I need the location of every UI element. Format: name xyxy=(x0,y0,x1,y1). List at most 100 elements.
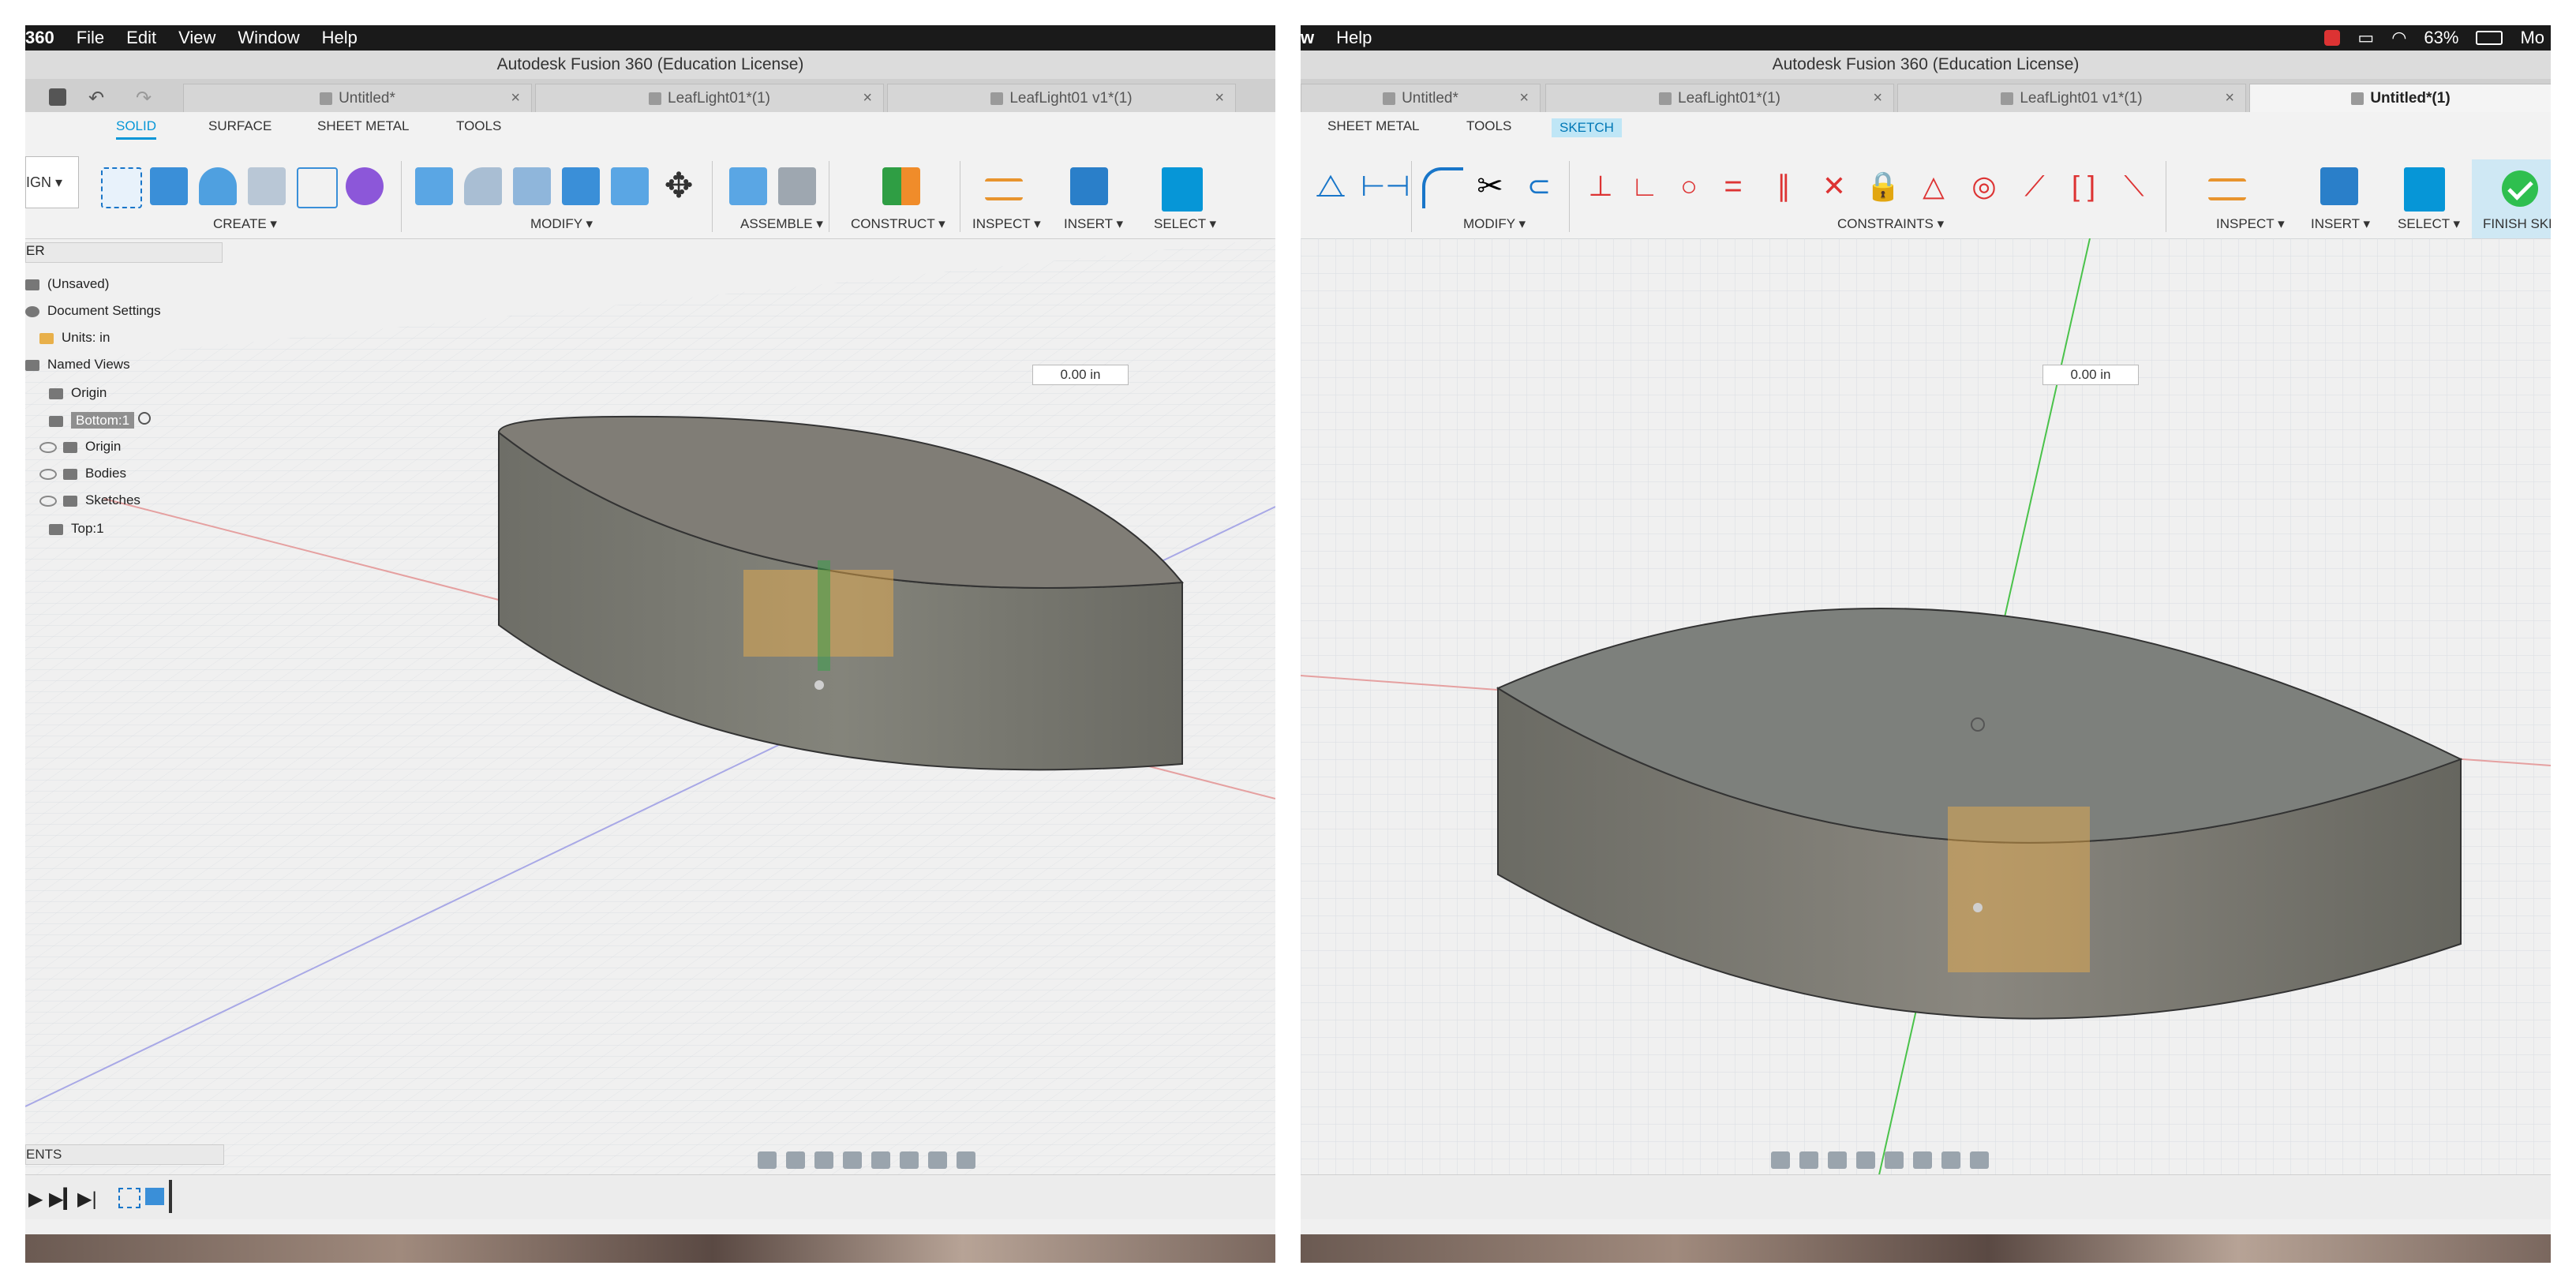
menu-edit[interactable]: Edit xyxy=(126,28,156,48)
battery-icon[interactable] xyxy=(2476,31,2503,45)
viewports-icon[interactable] xyxy=(1970,1151,1989,1169)
insert-menu[interactable]: INSERT ▾ xyxy=(2311,216,2370,232)
lock-icon[interactable]: 🔒 xyxy=(1864,167,1902,205)
assemble-menu[interactable]: ASSEMBLE ▾ xyxy=(740,216,823,232)
chamfer-icon[interactable] xyxy=(513,167,551,205)
tab-untitled[interactable]: Untitled* × xyxy=(1301,84,1541,113)
dimension-input[interactable]: 0.00 in xyxy=(2042,365,2139,385)
shell-icon[interactable] xyxy=(562,167,600,205)
coincident-icon[interactable]: ∟ xyxy=(1626,167,1664,205)
timeline-sketch-icon[interactable] xyxy=(118,1188,140,1208)
mirror-icon[interactable]: ⧍ xyxy=(1312,167,1350,205)
tab-tools[interactable]: TOOLS xyxy=(456,118,501,134)
select-button[interactable] xyxy=(1162,167,1203,212)
insert-image-icon[interactable] xyxy=(2320,167,2358,205)
activate-radio-icon[interactable] xyxy=(137,412,151,425)
menu-help[interactable]: Help xyxy=(1336,28,1372,48)
combine-icon[interactable] xyxy=(611,167,649,205)
revolve-icon[interactable] xyxy=(199,167,237,205)
eye-icon[interactable] xyxy=(39,441,57,453)
parallel-icon[interactable]: ∥ xyxy=(1765,167,1803,205)
menu-file[interactable]: File xyxy=(77,28,104,48)
perpendicular-icon[interactable]: ✕ xyxy=(1815,167,1853,205)
app-menu[interactable]: w xyxy=(1301,28,1314,48)
comments-panel[interactable]: ENTS xyxy=(25,1144,224,1165)
construct-menu[interactable]: CONSTRUCT ▾ xyxy=(851,216,945,232)
fit-icon[interactable] xyxy=(871,1151,890,1169)
airplay-icon[interactable]: ▭ xyxy=(2357,28,2374,48)
tab-sketch[interactable]: SKETCH xyxy=(1552,118,1622,137)
eye-icon[interactable] xyxy=(39,468,57,480)
concentric-icon[interactable]: ◎ xyxy=(1965,167,2003,205)
zoom-icon[interactable] xyxy=(1856,1151,1875,1169)
close-icon[interactable]: × xyxy=(863,89,872,107)
browser-item-units[interactable]: Units: in xyxy=(39,330,110,346)
modify-menu[interactable]: MODIFY ▾ xyxy=(530,216,593,232)
close-icon[interactable]: × xyxy=(1215,89,1224,107)
trim-icon[interactable]: ✂ xyxy=(1471,167,1509,205)
move-icon[interactable]: ✥ xyxy=(660,167,698,205)
hole-icon[interactable] xyxy=(248,167,286,205)
zoom-icon[interactable] xyxy=(843,1151,862,1169)
construct-plane-icon[interactable] xyxy=(882,167,920,205)
save-icon[interactable] xyxy=(49,88,66,106)
browser-item-top[interactable]: Top:1 xyxy=(49,521,104,537)
triangle-icon[interactable]: △ xyxy=(1915,167,1953,205)
measure-icon[interactable] xyxy=(2208,178,2246,200)
tab-leaflight01[interactable]: LeafLight01*(1) × xyxy=(535,84,884,113)
fix-icon[interactable]: ⊥ xyxy=(1582,167,1619,205)
browser-header[interactable]: ER xyxy=(25,242,223,263)
form-icon[interactable] xyxy=(346,167,384,205)
look-at-icon[interactable] xyxy=(1799,1151,1818,1169)
press-pull-icon[interactable] xyxy=(415,167,453,205)
play-icon[interactable]: ▶ xyxy=(28,1188,43,1211)
create-menu[interactable]: CREATE ▾ xyxy=(213,216,277,232)
extend-icon[interactable]: ⊂ xyxy=(1520,167,1558,205)
timeline-marker[interactable] xyxy=(169,1180,172,1213)
close-icon[interactable]: × xyxy=(1873,89,1882,107)
user-menu[interactable]: Mo xyxy=(2520,28,2544,48)
tab-leaflight01-v1[interactable]: LeafLight01 v1*(1) × xyxy=(887,84,1236,113)
insert-image-icon[interactable] xyxy=(1070,167,1108,205)
select-menu[interactable]: SELECT ▾ xyxy=(2398,216,2460,232)
pan-icon[interactable] xyxy=(814,1151,833,1169)
grid-settings-icon[interactable] xyxy=(928,1151,947,1169)
close-icon[interactable]: × xyxy=(511,89,520,107)
look-at-icon[interactable] xyxy=(786,1151,805,1169)
select-menu[interactable]: SELECT ▾ xyxy=(1154,216,1216,232)
tangent-icon[interactable]: ○ xyxy=(1670,167,1708,205)
fillet-icon[interactable] xyxy=(1422,167,1463,208)
go-to-end-icon[interactable]: ▶| xyxy=(77,1188,97,1211)
antivirus-icon[interactable] xyxy=(2324,30,2341,46)
tab-leaflight01-v1[interactable]: LeafLight01 v1*(1) × xyxy=(1897,84,2246,113)
tab-solid[interactable]: SOLID xyxy=(116,118,157,140)
step-forward-icon[interactable]: ▶▎ xyxy=(49,1188,78,1211)
inspect-menu[interactable]: INSPECT ▾ xyxy=(2216,216,2285,232)
pattern-icon[interactable] xyxy=(297,167,338,208)
workspace-switcher[interactable]: IGN ▾ xyxy=(25,156,79,208)
redo-icon[interactable]: ↷ xyxy=(136,87,152,110)
tab-untitled[interactable]: Untitled* × xyxy=(183,84,532,113)
dimension-input[interactable]: 0.00 in xyxy=(1032,365,1129,385)
offset-icon[interactable]: ⊢⊣ xyxy=(1361,167,1410,205)
new-component-icon[interactable] xyxy=(729,167,767,205)
menu-view[interactable]: View xyxy=(178,28,215,48)
undo-icon[interactable]: ↶ xyxy=(88,87,104,110)
insert-menu[interactable]: INSERT ▾ xyxy=(1064,216,1123,232)
browser-item-origin[interactable]: Origin xyxy=(49,385,107,401)
browser-item-sketches[interactable]: Sketches xyxy=(39,492,140,508)
inspect-menu[interactable]: INSPECT ▾ xyxy=(972,216,1041,232)
orbit-icon[interactable] xyxy=(1771,1151,1790,1169)
eye-icon[interactable] xyxy=(39,495,57,507)
midpoint-icon[interactable]: ⟋ xyxy=(2016,167,2054,205)
equal-icon[interactable]: = xyxy=(1714,167,1752,205)
fillet-icon[interactable] xyxy=(464,167,502,205)
browser-item-unsaved[interactable]: (Unsaved) xyxy=(25,276,109,292)
canvas-viewport[interactable] xyxy=(1301,238,2551,1185)
display-settings-icon[interactable] xyxy=(900,1151,919,1169)
grid-settings-icon[interactable] xyxy=(1941,1151,1960,1169)
tab-leaflight01[interactable]: LeafLight01*(1) × xyxy=(1545,84,1894,113)
create-sketch-icon[interactable] xyxy=(101,167,142,208)
close-icon[interactable]: × xyxy=(2225,89,2234,107)
browser-item-bodies[interactable]: Bodies xyxy=(39,466,126,481)
